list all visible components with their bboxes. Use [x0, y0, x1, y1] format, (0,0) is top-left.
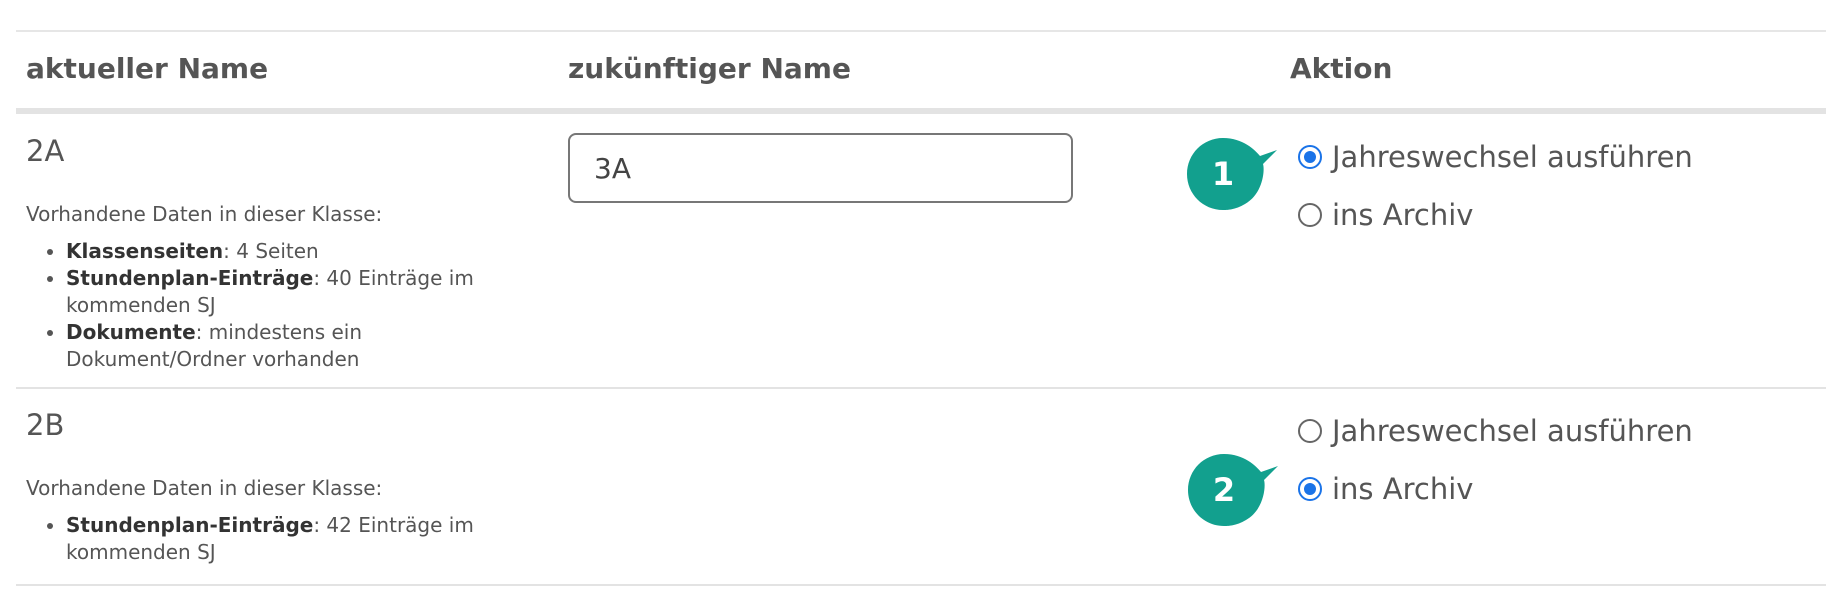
radio-option-archive[interactable]: ins Archiv: [1298, 472, 1473, 506]
callout-marker-2: 2: [1188, 454, 1278, 526]
current-class-name: 2B: [26, 408, 65, 442]
radio-option-year-change[interactable]: Jahreswechsel ausführen: [1298, 140, 1693, 174]
radio-label[interactable]: Jahreswechsel ausführen: [1332, 140, 1693, 174]
marker-number: 1: [1212, 155, 1234, 193]
existing-data-list: Stundenplan-Einträge: 42 Einträge im kom…: [26, 512, 506, 566]
list-item: Stundenplan-Einträge: 40 Einträge im kom…: [66, 265, 506, 319]
list-item: Stundenplan-Einträge: 42 Einträge im kom…: [66, 512, 506, 566]
callout-marker-1: 1: [1187, 138, 1277, 210]
column-header-action: Aktion: [1290, 52, 1393, 85]
radio-option-year-change[interactable]: Jahreswechsel ausführen: [1298, 414, 1693, 448]
list-item: Dokumente: mindestens ein Dokument/Ordne…: [66, 319, 506, 373]
radio-button[interactable]: [1298, 203, 1322, 227]
existing-data-intro: Vorhandene Daten in dieser Klasse:: [26, 202, 383, 226]
table-top-border: [16, 30, 1826, 32]
radio-button[interactable]: [1298, 477, 1322, 501]
radio-option-archive[interactable]: ins Archiv: [1298, 198, 1473, 232]
radio-label[interactable]: ins Archiv: [1332, 198, 1473, 232]
list-item: Klassenseiten: 4 Seiten: [66, 238, 506, 265]
marker-number: 2: [1213, 471, 1235, 509]
existing-data-list: Klassenseiten: 4 Seiten Stundenplan-Eint…: [26, 238, 506, 373]
radio-button[interactable]: [1298, 419, 1322, 443]
item-text: : 4 Seiten: [223, 239, 319, 263]
radio-label[interactable]: Jahreswechsel ausführen: [1332, 414, 1693, 448]
row-separator: [16, 584, 1826, 586]
item-label: Klassenseiten: [66, 239, 224, 263]
radio-button[interactable]: [1298, 145, 1322, 169]
column-header-current-name: aktueller Name: [26, 52, 269, 85]
header-separator: [16, 108, 1826, 114]
radio-label[interactable]: ins Archiv: [1332, 472, 1473, 506]
current-class-name: 2A: [26, 134, 65, 168]
row-separator: [16, 387, 1826, 389]
item-label: Stundenplan-Einträge: [66, 513, 314, 537]
column-header-future-name: zukünftiger Name: [568, 52, 851, 85]
existing-data-intro: Vorhandene Daten in dieser Klasse:: [26, 476, 383, 500]
item-label: Stundenplan-Einträge: [66, 266, 314, 290]
item-label: Dokumente: [66, 320, 196, 344]
future-name-input[interactable]: [568, 133, 1073, 203]
